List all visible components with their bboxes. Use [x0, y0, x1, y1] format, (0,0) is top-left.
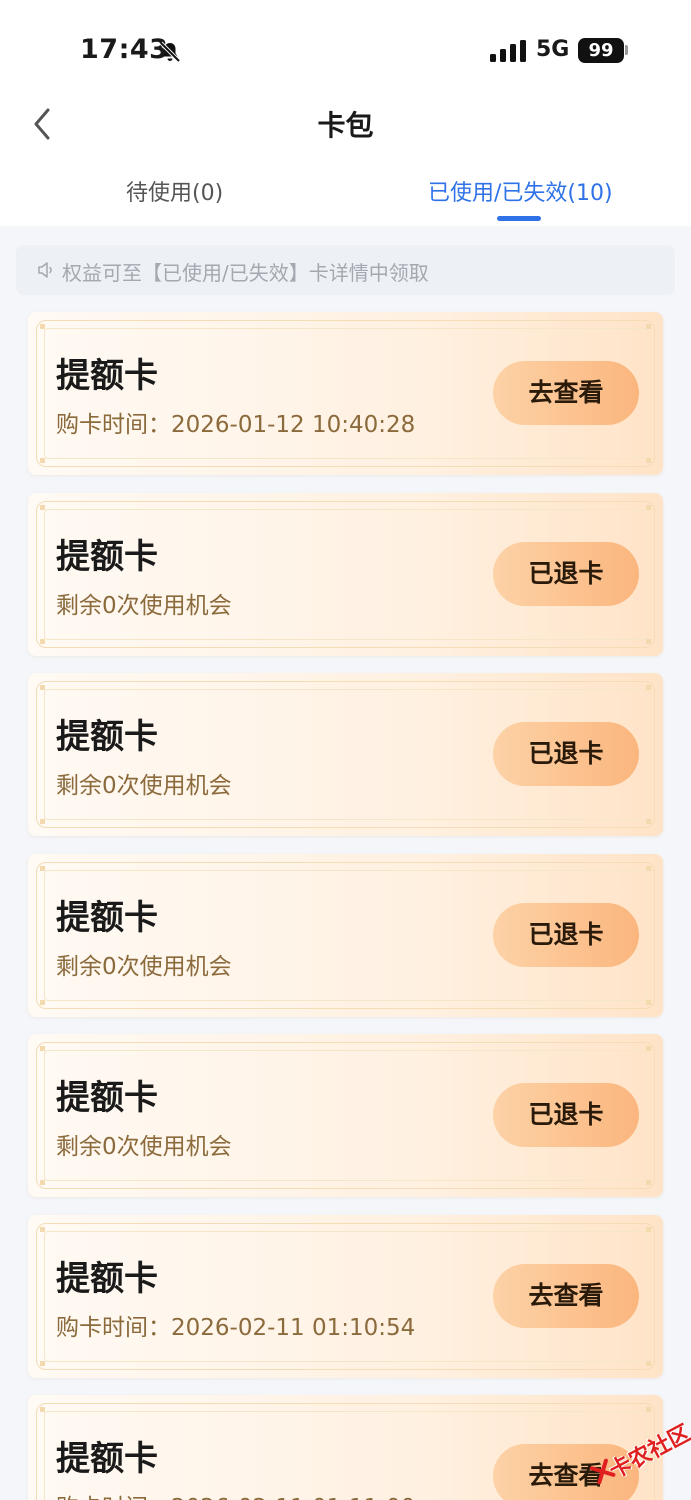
card-remaining-uses: 剩余0次使用机会 — [56, 1134, 232, 1160]
network-type: 5G — [536, 37, 570, 62]
notice-text: 权益可至【已使用/已失效】卡详情中领取 — [62, 261, 429, 285]
card-item[interactable]: 提额卡 剩余0次使用机会 已退卡 — [28, 1034, 663, 1197]
card-remaining-uses: 剩余0次使用机会 — [56, 954, 232, 980]
notice-bar: 权益可至【已使用/已失效】卡详情中领取 — [16, 245, 675, 295]
tab-pending[interactable]: 待使用(0) — [126, 175, 223, 207]
card-item[interactable]: 提额卡 购卡时间：2026-01-12 10:40:28 去查看 — [28, 312, 663, 475]
card-name: 提额卡 — [56, 898, 158, 938]
card-name: 提额卡 — [56, 1439, 158, 1479]
card-purchase-time: 购卡时间：2026-01-12 10:40:28 — [56, 412, 416, 438]
refunded-button[interactable]: 已退卡 — [493, 1083, 639, 1147]
card-purchase-time: 购卡时间：2026-02-11 01:11:00 — [56, 1488, 415, 1500]
card-name: 提额卡 — [56, 1259, 158, 1299]
view-button[interactable]: 去查看 — [493, 361, 639, 425]
tab-used-expired[interactable]: 已使用/已失效(10) — [428, 175, 613, 207]
status-time: 17:43 — [80, 34, 169, 65]
refunded-button[interactable]: 已退卡 — [493, 542, 639, 606]
card-item[interactable]: 提额卡 剩余0次使用机会 已退卡 — [28, 673, 663, 836]
battery-tip — [625, 45, 628, 55]
card-item[interactable]: 提额卡 剩余0次使用机会 已退卡 — [28, 854, 663, 1017]
card-remaining-uses: 剩余0次使用机会 — [56, 773, 232, 799]
card-item[interactable]: 提额卡 购卡时间：2026-02-11 01:11:00 去查看 — [28, 1395, 663, 1500]
card-item[interactable]: 提额卡 购卡时间：2026-02-11 01:10:54 去查看 — [28, 1215, 663, 1378]
page-title: 卡包 — [317, 109, 374, 142]
card-name: 提额卡 — [56, 1078, 158, 1118]
refunded-button[interactable]: 已退卡 — [493, 722, 639, 786]
card-purchase-time: 购卡时间：2026-02-11 01:10:54 — [56, 1315, 416, 1341]
card-item[interactable]: 提额卡 剩余0次使用机会 已退卡 — [28, 493, 663, 656]
card-remaining-uses: 剩余0次使用机会 — [56, 593, 232, 619]
refunded-button[interactable]: 已退卡 — [493, 903, 639, 967]
card-name: 提额卡 — [56, 717, 158, 757]
card-name: 提额卡 — [56, 537, 158, 577]
bell-muted-icon — [159, 41, 181, 63]
speaker-icon — [38, 262, 52, 278]
battery-indicator: 99 — [578, 38, 624, 63]
cellular-signal-icon — [490, 40, 526, 62]
tab-active-indicator — [497, 216, 541, 221]
view-button[interactable]: 去查看 — [493, 1264, 639, 1328]
card-name: 提额卡 — [56, 356, 158, 396]
